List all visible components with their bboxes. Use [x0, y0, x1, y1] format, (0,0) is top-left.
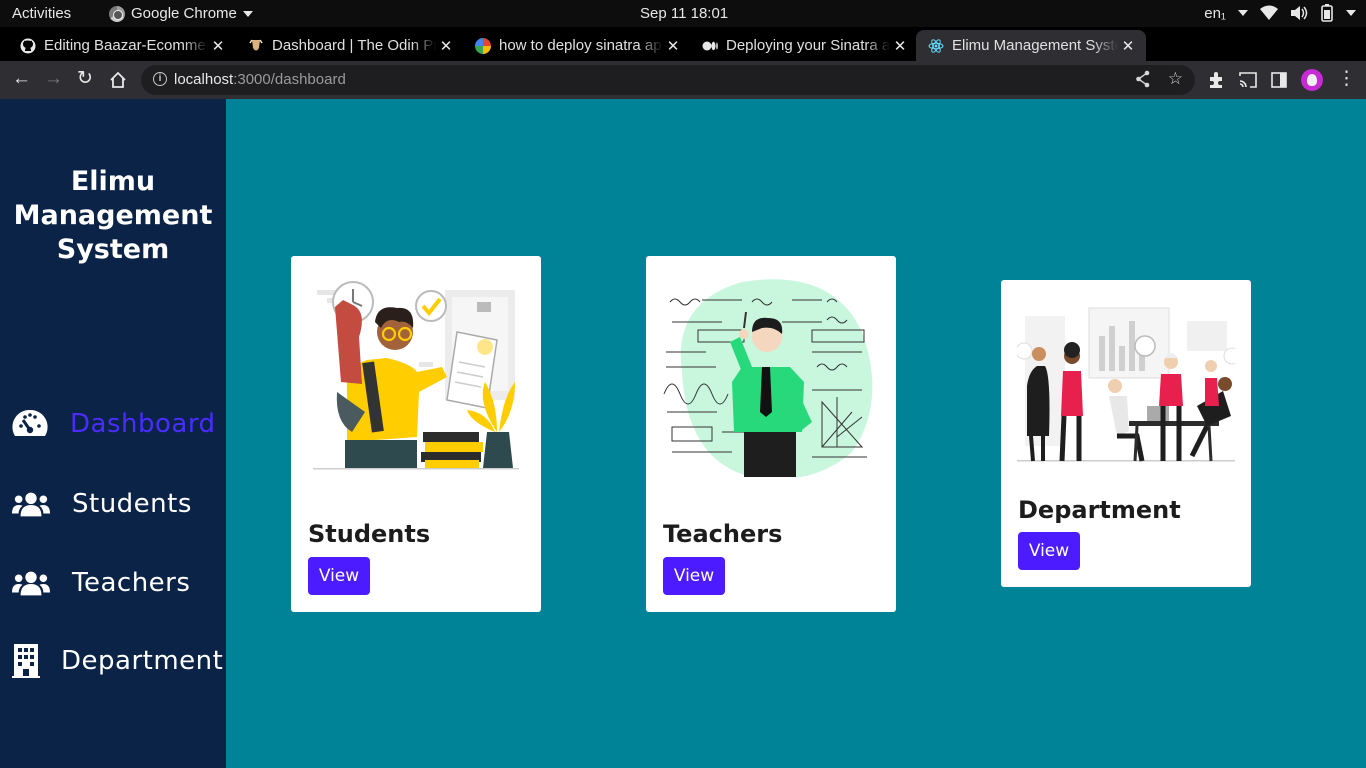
department-card: Department View: [1001, 280, 1251, 587]
card-title: Students: [308, 520, 431, 548]
card-title: Department: [1018, 496, 1181, 524]
users-icon: [12, 568, 50, 598]
google-icon: [475, 37, 491, 54]
sidebar-item-label: Teachers: [72, 568, 191, 598]
sidebar-item-teachers[interactable]: Teachers: [12, 568, 190, 598]
close-tab-icon[interactable]: ✕: [208, 37, 228, 55]
app-menu[interactable]: Google Chrome: [109, 5, 253, 22]
tab-medium[interactable]: Deploying your Sinatra app ✕: [682, 30, 918, 61]
gauge-icon: [12, 409, 50, 439]
tab-title: Dashboard | The Odin Project: [272, 37, 436, 54]
users-icon: [12, 489, 50, 519]
tab-title: Deploying your Sinatra app: [726, 37, 890, 54]
students-view-button[interactable]: View: [308, 557, 370, 595]
back-icon[interactable]: ←: [12, 69, 31, 89]
chrome-icon: [109, 5, 125, 22]
department-view-button[interactable]: View: [1018, 532, 1080, 570]
student-illustration: [307, 272, 525, 477]
odin-icon: [249, 39, 263, 50]
card-title: Teachers: [663, 520, 783, 548]
dashboard-main: Students View Teachers View Department V…: [226, 99, 1366, 768]
close-tab-icon[interactable]: ✕: [890, 37, 910, 55]
teachers-view-button[interactable]: View: [663, 557, 725, 595]
reload-icon[interactable]: ↻: [77, 69, 93, 89]
menu-kebab-icon[interactable]: ⋮: [1337, 69, 1356, 89]
tab-google[interactable]: how to deploy sinatra app ✕: [455, 30, 691, 61]
medium-icon: [702, 41, 718, 50]
department-illustration: [1017, 296, 1235, 466]
caret-down-icon: [1346, 10, 1356, 16]
sidebar-item-dashboard[interactable]: Dashboard: [12, 409, 216, 439]
cast-icon[interactable]: [1239, 72, 1257, 88]
sidebar-item-students[interactable]: Students: [12, 489, 192, 519]
tab-title: how to deploy sinatra app: [499, 37, 663, 54]
teacher-illustration: [662, 272, 880, 477]
tab-title: Editing Baazar-Ecommerce: [44, 37, 208, 54]
app-name: Google Chrome: [131, 5, 237, 22]
building-icon: [12, 644, 40, 678]
system-top-bar: Activities Google Chrome Sep 11 18:01 en…: [0, 0, 1366, 27]
teachers-card: Teachers View: [646, 256, 896, 612]
bookmark-star-icon[interactable]: ☆: [1168, 69, 1183, 89]
side-panel-icon[interactable]: [1271, 72, 1287, 88]
app-brand: Elimu Management System: [13, 166, 213, 265]
caret-down-icon: [1238, 10, 1248, 16]
close-tab-icon[interactable]: ✕: [436, 37, 456, 55]
url-text[interactable]: localhost:3000/dashboard: [174, 71, 346, 88]
close-tab-icon[interactable]: ✕: [663, 37, 683, 55]
tab-elimu[interactable]: Elimu Management System ✕: [916, 30, 1146, 61]
tab-strip: Editing Baazar-Ecommerce ✕ Dashboard | T…: [0, 27, 1366, 85]
sidebar-item-label: Students: [72, 489, 192, 519]
github-icon: [20, 38, 36, 53]
sidebar-item-label: Department: [61, 646, 224, 676]
clock[interactable]: Sep 11 18:01: [640, 5, 728, 22]
volume-icon: [1291, 6, 1308, 20]
address-bar[interactable]: i localhost:3000/dashboard ☆: [141, 65, 1195, 95]
activities-button[interactable]: Activities: [12, 5, 71, 22]
forward-icon[interactable]: →: [44, 69, 63, 89]
sidebar-item-department[interactable]: Department: [12, 644, 224, 678]
wifi-icon: [1260, 5, 1278, 20]
home-icon[interactable]: [109, 71, 127, 89]
close-tab-icon[interactable]: ✕: [1118, 37, 1138, 55]
caret-down-icon: [242, 10, 253, 17]
sidebar-item-label: Dashboard: [70, 409, 216, 439]
browser-toolbar: ← → ↻ i localhost:3000/dashboard ☆ ⋮: [0, 61, 1366, 99]
tab-github[interactable]: Editing Baazar-Ecommerce ✕: [0, 30, 236, 61]
tab-title: Elimu Management System: [952, 37, 1118, 54]
battery-icon: [1321, 4, 1333, 22]
site-info-icon[interactable]: i: [153, 72, 167, 86]
extensions-icon[interactable]: [1207, 71, 1225, 89]
system-tray[interactable]: en₁: [1204, 4, 1356, 22]
profile-avatar[interactable]: [1301, 69, 1323, 91]
share-icon[interactable]: [1135, 70, 1151, 88]
students-card: Students View: [291, 256, 541, 612]
react-icon: [928, 38, 944, 53]
language-indicator[interactable]: en₁: [1204, 5, 1226, 22]
sidebar: Elimu Management System Dashboard Studen…: [0, 99, 226, 768]
tab-odin[interactable]: Dashboard | The Odin Project ✕: [228, 30, 464, 61]
